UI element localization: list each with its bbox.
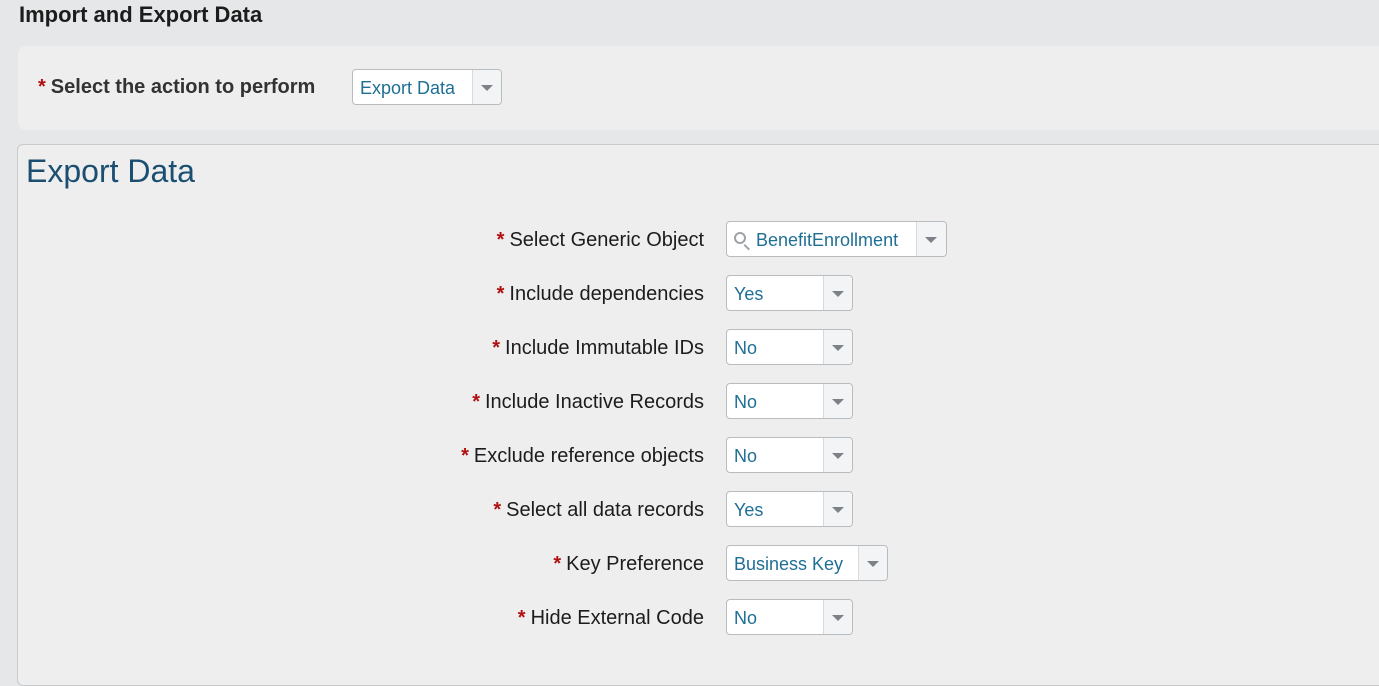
page-title: Import and Export Data: [19, 2, 263, 27]
export-data-panel: Export Data * Select Generic Object Benef…: [17, 144, 1379, 686]
include-immutable-ids-value: No: [734, 338, 758, 358]
generic-object-toggle[interactable]: [916, 222, 946, 256]
include-dependencies-label: * Include dependencies: [497, 283, 704, 306]
key-preference-label-text: Key Preference: [566, 553, 704, 575]
include-immutable-ids-label: * Include Immutable IDs: [492, 337, 704, 360]
action-field-label: * Select the action to perform: [38, 76, 315, 99]
include-dependencies-label-text: Include dependencies: [509, 283, 704, 305]
select-all-data-records-label: * Select all data records: [493, 499, 704, 522]
required-marker: *: [38, 76, 46, 98]
include-dependencies-select[interactable]: Yes: [726, 275, 853, 311]
required-marker: *: [493, 499, 502, 521]
include-dependencies-toggle[interactable]: [823, 276, 852, 310]
include-inactive-records-toggle[interactable]: [823, 384, 852, 418]
required-marker: *: [517, 607, 526, 629]
include-immutable-ids-label-text: Include Immutable IDs: [505, 337, 704, 359]
select-all-data-records-value: Yes: [734, 500, 764, 520]
required-marker: *: [496, 229, 505, 251]
select-all-data-records-toggle[interactable]: [823, 492, 852, 526]
required-marker: *: [472, 391, 480, 413]
hide-external-code-value: No: [734, 608, 758, 628]
chevron-down-icon: [481, 85, 493, 91]
required-marker: *: [461, 445, 469, 467]
key-preference-label: * Key Preference: [553, 553, 704, 576]
exclude-reference-objects-select[interactable]: No: [726, 437, 853, 473]
include-immutable-ids-select[interactable]: No: [726, 329, 853, 365]
exclude-reference-objects-toggle[interactable]: [823, 438, 852, 472]
select-all-data-records-select[interactable]: Yes: [726, 491, 853, 527]
key-preference-value: Business Key: [734, 554, 844, 574]
chevron-down-icon: [832, 291, 844, 297]
action-select[interactable]: Export Data: [352, 69, 502, 105]
key-preference-toggle[interactable]: [858, 546, 887, 580]
include-immutable-ids-toggle[interactable]: [823, 330, 852, 364]
chevron-down-icon: [832, 399, 844, 405]
required-marker: *: [492, 337, 501, 359]
chevron-down-icon: [867, 561, 879, 567]
hide-external-code-toggle[interactable]: [823, 600, 852, 634]
required-marker: *: [496, 283, 505, 305]
hide-external-code-select[interactable]: No: [726, 599, 853, 635]
hide-external-code-label-text: Hide External Code: [530, 607, 704, 629]
action-label-text: Select the action to perform: [50, 76, 316, 98]
search-icon: [734, 232, 746, 244]
action-select-toggle[interactable]: [472, 70, 501, 104]
chevron-down-icon: [832, 453, 844, 459]
include-inactive-records-label-text: Include Inactive Records: [484, 391, 704, 413]
exclude-reference-objects-value: No: [734, 446, 758, 466]
generic-object-value: BenefitEnrollment: [756, 230, 899, 250]
exclude-reference-objects-label-text: Exclude reference objects: [473, 445, 704, 467]
chevron-down-icon: [832, 615, 844, 621]
generic-object-label: * Select Generic Object: [497, 229, 704, 252]
action-select-value: Export Data: [360, 78, 456, 98]
include-inactive-records-select[interactable]: No: [726, 383, 853, 419]
generic-object-label-text: Select Generic Object: [509, 229, 704, 251]
action-panel: * Select the action to perform Export Dat…: [18, 46, 1379, 130]
generic-object-select[interactable]: BenefitEnrollment: [726, 221, 947, 257]
hide-external-code-label: * Hide External Code: [518, 607, 704, 630]
chevron-down-icon: [832, 507, 844, 513]
required-marker: *: [553, 553, 562, 575]
include-inactive-records-value: No: [734, 392, 758, 412]
export-section-title: Export Data: [26, 153, 195, 189]
select-all-data-records-label-text: Select all data records: [506, 499, 704, 521]
include-inactive-records-label: * Include Inactive Records: [472, 391, 704, 414]
include-dependencies-value: Yes: [734, 284, 764, 304]
chevron-down-icon: [832, 345, 844, 351]
key-preference-select[interactable]: Business Key: [726, 545, 888, 581]
exclude-reference-objects-label: * Exclude reference objects: [461, 445, 704, 468]
chevron-down-icon: [925, 237, 937, 243]
